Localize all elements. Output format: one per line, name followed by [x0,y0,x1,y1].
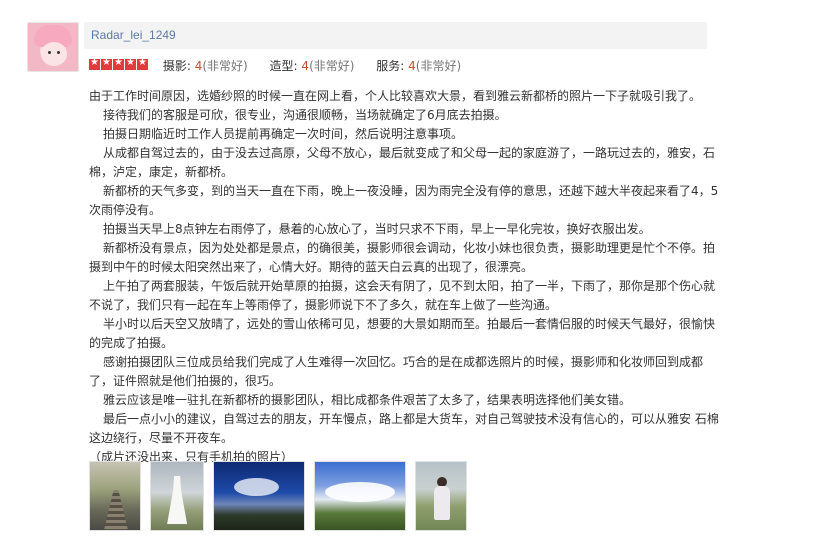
review-photo-strip [89,461,471,531]
review-paragraph: 感谢拍摄团队三位成员给我们完成了人生难得一次回忆。巧合的是在成都选照片的时候，摄… [89,355,704,388]
score-photography: 摄影: 4(非常好) [163,57,248,74]
score-value: 4 [408,59,416,73]
cloud-shape [325,482,396,502]
review-paragraph: 由于工作时间原因，选婚纱照的时候一直在网上看，个人比较喜欢大景，看到雅云新都桥的… [89,89,702,103]
rating-row: 摄影: 4(非常好) 造型: 4(非常好) 服务: 4(非常好) [89,57,479,73]
star-icon [137,57,148,70]
username-link[interactable]: Radar_lei_1249 [91,28,176,42]
score-label: 摄影: [162,59,191,73]
avatar-eye [48,51,51,54]
review-paragraph: 上午拍了两套服装，午饭后就开始草原的拍摄，这会天有阴了，见不到太阳，拍了一半，下… [89,279,716,312]
photo-thumbnail-blue-sky[interactable] [213,461,306,531]
score-label: 服务: [376,59,405,73]
review-paragraph: 雅云应该是唯一驻扎在新都桥的摄影团队，相比成都条件艰苦了太多了，结果表明选择他们… [103,393,632,407]
avatar-eye [57,51,60,54]
user-avatar[interactable] [27,22,79,72]
review-paragraph: 从成都自驾过去的，由于没去过高原，父母不放心，最后就变成了和父母一起的家庭游了，… [89,146,716,179]
review-paragraph: 新都桥没有景点，因为处处都是景点，的确很美，摄影师很会调动，化妆小妹也很负责，摄… [89,241,716,274]
cloud-shape [234,478,280,496]
railway-track [104,490,128,530]
person-figure [434,486,451,520]
score-label: 造型: [269,59,298,73]
star-icon [89,57,100,70]
baby-face-icon [41,42,67,66]
photo-thumbnail-clouds[interactable] [314,461,407,531]
review-paragraph: 半小时以后天空又放晴了，远处的雪山依稀可见，想要的大景如期而至。拍最后一套情侣服… [89,317,716,350]
photo-thumbnail-couple[interactable] [415,461,468,531]
overall-star-rating [89,57,149,74]
review-paragraph: 新都桥的天气多变，到的当天一直在下雨，晚上一夜没睡，因为雨完全没有停的意思，还越… [89,184,719,217]
review-paragraph: 拍摄日期临近时工作人员提前再确定一次时间，然后说明注意事项。 [103,127,464,141]
score-styling: 造型: 4(非常好) [270,57,355,74]
score-desc: (非常好) [309,59,355,73]
star-icon [101,57,112,70]
score-service: 服务: 4(非常好) [376,57,461,74]
photo-thumbnail-railway[interactable] [89,461,141,531]
score-desc: (非常好) [202,59,248,73]
photo-thumbnail-bride[interactable] [150,461,205,531]
review-body: 由于工作时间原因，选婚纱照的时候一直在网上看，个人比较喜欢大景，看到雅云新都桥的… [89,87,721,467]
bride-figure [167,476,188,524]
review-paragraph: 最后一点小小的建议，自驾过去的朋友，开车慢点，路上都是大货车，对自己驾驶技术没有… [89,412,719,445]
user-header-bar: Radar_lei_1249 [84,22,707,49]
score-value: 4 [301,59,310,73]
review-paragraph: 接待我们的客服是可欣，很专业，沟通很顺畅，当场就确定了6月底去拍摄。 [103,108,507,122]
star-icon [125,57,136,70]
score-desc: (非常好) [415,59,462,73]
star-icon [113,57,124,70]
review-paragraph: 拍摄当天早上8点钟左右雨停了，悬着的心放心了，当时只求不下雨，早上一早化完妆，换… [103,222,651,236]
